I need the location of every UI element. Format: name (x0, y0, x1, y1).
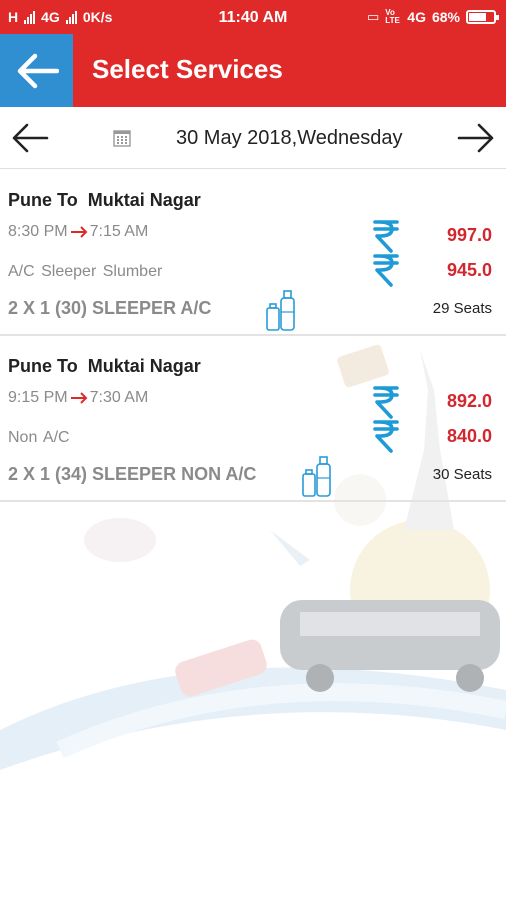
date-navigator: 30 May 2018,Wednesday (0, 107, 506, 169)
fare-price: 892.0 (446, 391, 492, 411)
route-from: Pune (8, 356, 53, 376)
bus-type: 2 X 1 (34) SLEEPER NON A/C (8, 464, 257, 484)
bus-type: 2 X 1 (30) SLEEPER A/C (8, 298, 212, 318)
rupee-icon (373, 254, 399, 287)
selected-date[interactable]: 30 May 2018,Wednesday (176, 127, 402, 150)
route-to-word: To (57, 190, 78, 210)
arrival-time: 7:15 AM (89, 223, 149, 240)
departure-time: 9:15 PM (8, 389, 68, 406)
fare-price: 840.0 (446, 426, 492, 446)
route-to: Muktai Nagar (87, 356, 201, 376)
journey-times: 9:15 PM 7:30 AM (8, 389, 148, 407)
route-to-word: To (57, 356, 78, 376)
app-bar: Select Services (0, 34, 506, 107)
vibrate-icon: ▭ (366, 9, 380, 24)
calendar-icon[interactable] (113, 129, 131, 147)
back-button[interactable] (0, 34, 73, 107)
bus-amenities: A/C Sleeper Slumber (8, 263, 163, 280)
journey-times: 8:30 PM 7:15 AM (8, 223, 148, 241)
status-bar: H 4G 0K/s 11:40 AM ▭ Vo LTE 4G 68% (0, 0, 506, 34)
arrival-time: 7:30 AM (89, 389, 149, 406)
route-title: Pune To Muktai Nagar (8, 356, 201, 377)
available-seats: 30 Seats (432, 466, 492, 483)
fare-price: 945.0 (446, 260, 492, 280)
water-bottle-icon (302, 456, 331, 497)
network-type-2: 4G (407, 9, 426, 25)
arrow-right-icon (70, 392, 88, 404)
service-card[interactable]: Pune To Muktai Nagar 8:30 PM 7:15 AM A/C… (0, 170, 506, 336)
next-date-button[interactable] (456, 121, 496, 155)
departure-time: 8:30 PM (8, 223, 68, 240)
route-title: Pune To Muktai Nagar (8, 190, 201, 211)
arrow-left-icon (12, 123, 49, 153)
service-card[interactable]: Pune To Muktai Nagar 9:15 PM 7:30 AM Non… (0, 336, 506, 502)
arrow-right-icon (457, 123, 494, 153)
rupee-icon (373, 220, 399, 253)
fare-price: 997.0 (446, 225, 492, 245)
arrow-right-icon (70, 226, 88, 238)
water-bottle-icon (266, 290, 295, 331)
rupee-icon (373, 420, 399, 453)
volte-label: Vo LTE (385, 8, 400, 25)
battery-icon (466, 10, 499, 24)
bus-amenities: Non A/C (8, 429, 70, 446)
route-from: Pune (8, 190, 53, 210)
page-title: Select Services (92, 54, 283, 84)
arrow-left-icon (17, 53, 59, 88)
available-seats: 29 Seats (432, 300, 492, 317)
status-right: ▭ Vo LTE 4G 68% (366, 8, 499, 25)
route-to: Muktai Nagar (87, 190, 201, 210)
battery-percent: 68% (431, 9, 460, 25)
previous-date-button[interactable] (10, 121, 50, 155)
rupee-icon (373, 386, 399, 419)
